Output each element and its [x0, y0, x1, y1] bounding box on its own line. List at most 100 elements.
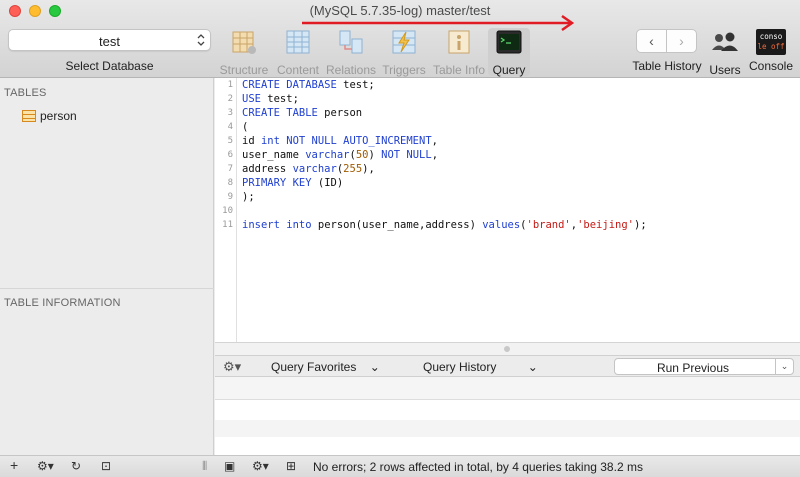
- console-icon-top-text: conso: [759, 32, 783, 41]
- tab-triggers-label: Triggers: [382, 63, 426, 77]
- table-history-control[interactable]: Table History: [630, 59, 704, 73]
- results-header: [215, 377, 800, 400]
- code-text: PRIMARY KEY (ID): [242, 177, 344, 189]
- line-number: 3: [227, 108, 233, 118]
- run-options-chevron-icon[interactable]: ⌄: [775, 359, 793, 374]
- query-terminal-icon: [496, 30, 522, 54]
- code-text: (: [242, 121, 249, 133]
- sql-editor[interactable]: 1 CREATE DATABASE test; 2 USE test; 3 CREAT…: [215, 78, 800, 342]
- toolbar: (MySQL 5.7.35-log) master/test test Sele…: [0, 0, 800, 78]
- table-history-label: Table History: [632, 59, 702, 73]
- editor-line: 3 CREATE TABLE person: [215, 106, 800, 120]
- filter-icon[interactable]: ⊡: [101, 459, 111, 473]
- tab-structure-label: Structure: [219, 63, 269, 77]
- editor-line: 11 insert into person(user_name,address) …: [215, 218, 800, 232]
- image-icon[interactable]: ▣: [224, 459, 235, 473]
- line-number: 5: [227, 136, 233, 146]
- line-number: 1: [227, 80, 233, 90]
- query-bar: ⚙▾ Query Favorites ⌄ Query History ⌄ Run…: [215, 355, 800, 377]
- table-item-label: person: [40, 109, 77, 123]
- console-label: Console: [748, 59, 794, 73]
- tab-table-info-label: Table Info: [432, 63, 486, 77]
- sidebar: TABLES person TABLE INFORMATION: [0, 78, 214, 455]
- splitter-handle-icon: [504, 346, 510, 352]
- users-icon: [712, 32, 738, 51]
- run-previous-label: Run Previous: [656, 361, 730, 375]
- select-chevrons-icon: [197, 34, 205, 46]
- tab-relations-label: Relations: [325, 63, 377, 77]
- users-label: Users: [709, 63, 741, 77]
- line-number: 10: [222, 206, 233, 216]
- line-number: 8: [227, 178, 233, 188]
- table-row: [215, 420, 800, 437]
- editor-line: 7 address varchar(255),: [215, 162, 800, 176]
- editor-line: 8 PRIMARY KEY (ID): [215, 176, 800, 190]
- table-icon: [22, 110, 36, 122]
- tab-query[interactable]: Query: [488, 28, 530, 77]
- run-previous-button[interactable]: Run Previous ⌄: [614, 358, 794, 375]
- content-icon: [286, 30, 310, 54]
- code-text: CREATE DATABASE test;: [242, 79, 375, 91]
- table-information-heading: TABLE INFORMATION: [4, 297, 121, 309]
- code-text: CREATE TABLE person: [242, 107, 363, 119]
- editor-line: 10: [215, 204, 800, 218]
- editor-line: 6 user_name varchar(50) NOT NULL,: [215, 148, 800, 162]
- code-text: USE test;: [242, 93, 299, 105]
- history-navigation: ‹ ›: [636, 29, 697, 53]
- tab-content-label: Content: [276, 63, 320, 77]
- status-message: No errors; 2 rows affected in total, by …: [313, 460, 643, 474]
- back-button[interactable]: ‹: [637, 30, 666, 52]
- editor-line: 2 USE test;: [215, 92, 800, 106]
- line-number: 2: [227, 94, 233, 104]
- query-history-label: Query History: [423, 360, 497, 374]
- chevron-down-icon: ⌄: [369, 360, 380, 374]
- results-table[interactable]: [215, 377, 800, 455]
- editor-line: 1 CREATE DATABASE test;: [215, 78, 800, 92]
- line-number: 9: [227, 192, 233, 202]
- tables-heading: TABLES: [4, 87, 47, 99]
- structure-icon: [232, 31, 256, 54]
- add-table-button[interactable]: +: [10, 457, 18, 473]
- tab-relations[interactable]: Relations: [321, 28, 381, 77]
- line-number: 7: [227, 164, 233, 174]
- forward-button[interactable]: ›: [666, 30, 696, 52]
- users-button[interactable]: Users: [705, 28, 745, 77]
- database-select-value: test: [99, 34, 120, 49]
- console-log-icon[interactable]: ⊞: [286, 459, 296, 473]
- results-gear-icon[interactable]: ⚙▾: [252, 459, 269, 473]
- code-text: user_name varchar(50) NOT NULL,: [242, 149, 439, 161]
- table-item-person[interactable]: person: [22, 108, 77, 124]
- status-bar: + ⚙▾ ↻ ⊡ ⦀ ▣ ⚙▾ ⊞ No errors; 2 rows affe…: [0, 455, 800, 477]
- line-number: 4: [227, 122, 233, 132]
- query-history-menu[interactable]: Query History ⌄: [423, 360, 538, 374]
- tab-content[interactable]: Content: [268, 28, 328, 77]
- query-actions-gear-icon[interactable]: ⚙▾: [223, 359, 241, 375]
- editor-splitter[interactable]: [215, 342, 800, 355]
- sidebar-split-handle-icon[interactable]: ⦀: [202, 459, 207, 474]
- line-number: 6: [227, 150, 233, 160]
- tab-table-info[interactable]: Table Info: [429, 28, 489, 77]
- console-icon: conso le off: [756, 29, 786, 55]
- query-favorites-menu[interactable]: Query Favorites ⌄: [271, 360, 380, 374]
- app-window: (MySQL 5.7.35-log) master/test test Sele…: [0, 0, 800, 477]
- table-info-icon: [448, 30, 470, 54]
- query-favorites-label: Query Favorites: [271, 360, 357, 374]
- tab-triggers[interactable]: Triggers: [374, 28, 434, 77]
- database-select[interactable]: test: [8, 29, 211, 51]
- code-text: address varchar(255),: [242, 163, 375, 175]
- editor-line: 4(: [215, 120, 800, 134]
- tab-structure[interactable]: Structure: [214, 28, 274, 77]
- code-text: id int NOT NULL AUTO_INCREMENT,: [242, 135, 438, 147]
- refresh-icon[interactable]: ↻: [71, 459, 81, 473]
- tab-query-label: Query: [492, 63, 526, 77]
- select-database-label: Select Database: [65, 59, 154, 73]
- editor-line: 5 id int NOT NULL AUTO_INCREMENT,: [215, 134, 800, 148]
- table-actions-gear-icon[interactable]: ⚙▾: [37, 459, 54, 473]
- code-text: insert into person(user_name,address) va…: [242, 219, 647, 231]
- console-icon-bottom-text: le off: [757, 42, 785, 51]
- triggers-icon: [392, 30, 416, 54]
- editor-line: 9);: [215, 190, 800, 204]
- sidebar-divider[interactable]: [0, 288, 214, 289]
- code-text: );: [242, 191, 255, 203]
- console-button[interactable]: conso le off Console: [745, 28, 797, 73]
